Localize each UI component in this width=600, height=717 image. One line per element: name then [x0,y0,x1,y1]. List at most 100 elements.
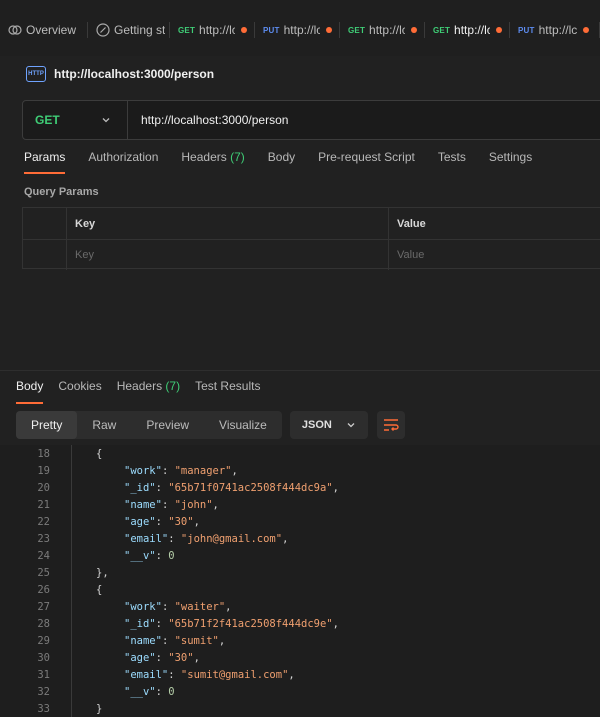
tab-item[interactable]: Getting st [88,14,170,46]
json-colon: : [155,515,169,528]
indent-guide [50,632,72,649]
json-value: "30" [168,515,194,528]
view-toolbar: Pretty Raw Preview Visualize JSON [16,411,405,439]
json-key: "email" [124,532,169,545]
json-value: 0 [168,549,175,562]
json-value: "sumit" [174,634,219,647]
code-line: 31 "email": "sumit@gmail.com", [0,666,600,683]
code-line: 25}, [0,564,600,581]
tab-item[interactable]: PUT http://lc [510,14,600,46]
code-text: "work": "waiter", [72,601,232,613]
indent-guide [50,530,72,547]
tab-tests[interactable]: Tests [438,150,466,176]
json-colon: : [155,481,169,494]
tab-settings[interactable]: Settings [489,150,532,176]
request-title[interactable]: http://localhost:3000/person [54,67,214,81]
json-value: "30" [168,651,194,664]
json-brace: { [96,447,103,460]
line-number: 19 [37,464,50,477]
wrap-lines-button[interactable] [376,411,405,439]
indent-guide [50,581,72,598]
line-number: 24 [37,549,50,562]
tab-strip: Overview Getting st GET http://lc PUT http://… [0,14,600,46]
line-number: 18 [37,447,50,460]
value-input[interactable]: Value [389,240,600,270]
tab-method: PUT [263,25,280,35]
query-params-table: Key Value Key Value [22,207,600,270]
json-colon: : [161,600,175,613]
view-pretty-button[interactable]: Pretty [16,411,78,439]
json-comma: , [282,532,289,545]
code-line: 30 "age": "30", [0,649,600,666]
tab-response-body[interactable]: Body [16,379,44,404]
code-line: 33} [0,700,600,717]
line-number: 32 [37,685,50,698]
json-colon: : [155,617,169,630]
tab-item[interactable]: PUT http://lc [255,14,340,46]
tab-params[interactable]: Params [24,150,66,176]
method-value: GET [35,113,60,127]
json-key: "_id" [124,617,156,630]
row-checkbox[interactable] [23,240,67,270]
json-colon: : [155,651,169,664]
key-input[interactable]: Key [67,240,389,270]
view-visualize-button[interactable]: Visualize [204,411,282,439]
format-select[interactable]: JSON [289,411,368,439]
tab-test-results[interactable]: Test Results [195,379,260,393]
url-bar: GET http://localhost:3000/person [22,100,600,140]
line-number: 26 [37,583,50,596]
tab-authorization[interactable]: Authorization [88,150,158,176]
json-key: "age" [124,515,156,528]
code-text: "name": "john", [72,499,219,511]
json-key: "work" [124,464,162,477]
json-key: "name" [124,634,162,647]
code-line: 24 "__v": 0 [0,547,600,564]
code-text: "name": "sumit", [72,635,225,647]
code-line: 28 "_id": "65b71f2f41ac2508f444dc9e", [0,615,600,632]
json-comma: , [193,515,200,528]
code-line: 23 "email": "john@gmail.com", [0,530,600,547]
json-key: "name" [124,498,162,511]
code-line: 21 "name": "john", [0,496,600,513]
url-input[interactable]: http://localhost:3000/person [128,113,288,127]
unsaved-dot-icon [241,27,247,33]
code-line: 18 { [0,445,600,462]
request-title-bar: HTTP http://localhost:3000/person [0,56,600,92]
code-line: 22 "age": "30", [0,513,600,530]
checkbox-column [23,208,67,239]
tab-item[interactable]: GET http://lc [425,14,510,46]
http-icon: HTTP [26,66,46,82]
tab-response-headers[interactable]: Headers (7) [117,379,180,393]
table-row: Key Value [23,239,600,270]
tab-body[interactable]: Body [268,150,295,176]
json-comma: , [218,634,226,647]
code-text: "email": "sumit@gmail.com", [72,669,295,681]
tab-label: http://lc [538,23,578,37]
code-line: 32 "__v": 0 [0,683,600,700]
tab-method: GET [178,25,196,35]
code-text: "work": "manager", [72,465,238,477]
json-comma: , [332,617,339,630]
code-text: { [72,448,102,460]
code-line: 19 "work": "manager", [0,462,600,479]
json-comma: , [332,481,339,494]
tab-headers[interactable]: Headers (7) [181,150,244,176]
indent-guide [50,666,72,683]
json-value: "waiter" [174,600,226,613]
tab-item[interactable]: GET http://lc [170,14,255,46]
json-key: "_id" [124,481,156,494]
tab-prerequest-script[interactable]: Pre-request Script [318,150,415,176]
chevron-down-icon [102,118,110,123]
method-select[interactable]: GET [23,101,128,139]
view-raw-button[interactable]: Raw [77,411,131,439]
view-preview-button[interactable]: Preview [131,411,204,439]
query-params-label: Query Params [24,186,99,198]
response-body-code[interactable]: 18 {19 "work": "manager", 20 "_id": "65b71f0… [0,445,600,717]
json-value: "65b71f2f41ac2508f444dc9e" [168,617,333,630]
json-comma: , [212,498,219,511]
line-number: 33 [37,702,50,715]
tab-item[interactable]: GET http://lc [340,14,425,46]
tab-cookies[interactable]: Cookies [58,379,101,393]
tab-item[interactable]: Overview [0,14,88,46]
line-number: 22 [37,515,50,528]
